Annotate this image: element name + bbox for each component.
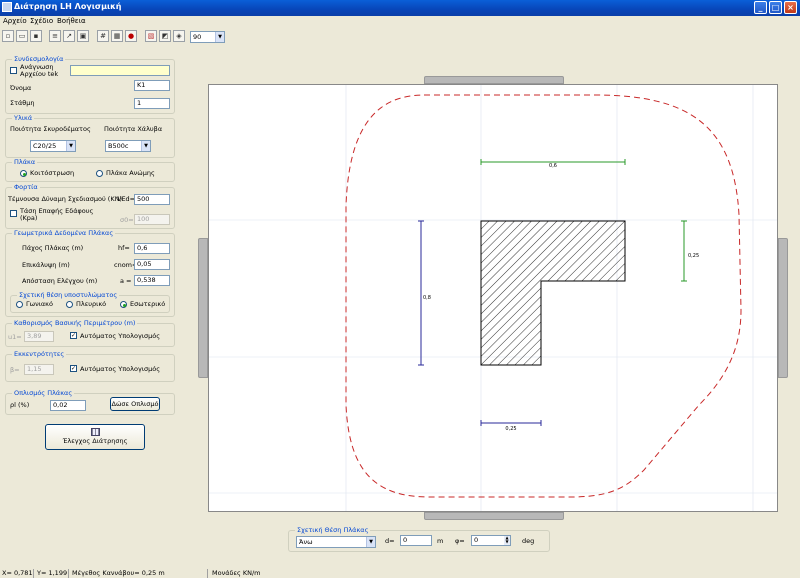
perimeter-auto-label: Αυτόματος Υπολογισμός <box>80 332 161 340</box>
position-edge-label: Πλευρικό <box>76 300 107 308</box>
ved-symbol: VEd= <box>117 195 136 203</box>
materials-group: Υλικά <box>5 114 175 158</box>
status-y: Y= 1,199 <box>37 569 69 578</box>
eccentricity-field[interactable]: 1,15 <box>24 364 54 375</box>
d-field[interactable]: 0 <box>400 535 432 546</box>
distance-symbol: a = <box>120 277 132 285</box>
level-label: Στάθμη <box>10 99 35 107</box>
distance-field[interactable]: 0,538 <box>134 275 170 286</box>
close-button[interactable]: × <box>784 1 797 14</box>
eccentricity-auto-checkbox[interactable]: ✓ <box>70 365 77 372</box>
eccentricity-auto-label: Αυτόματος Υπολογισμός <box>80 365 161 373</box>
phi-unit: deg <box>522 537 535 545</box>
frame-icon[interactable]: ▣ <box>77 30 89 42</box>
open-folder-icon[interactable]: ▭ <box>16 30 28 42</box>
soil-symbol: σ0= <box>120 216 134 224</box>
plan-drawing: 0,6 0,25 0,8 0,25 <box>209 85 777 511</box>
phi-field[interactable]: 0 ▲ ▼ <box>471 535 511 546</box>
soil-checkbox[interactable] <box>10 210 17 217</box>
left-slider[interactable] <box>198 238 208 378</box>
dimension-icon[interactable]: ↗ <box>63 30 75 42</box>
distance-label: Απόσταση Ελέγχου (m) <box>22 277 98 285</box>
menu-drawing[interactable]: Σχέδιο <box>30 17 53 25</box>
hatch-icon[interactable]: ▧ <box>145 30 157 42</box>
soil-label: Τάση Επαφής Εδάφους (Kpa) <box>20 207 94 222</box>
menu-help[interactable]: Βοήθεια <box>57 17 86 25</box>
concrete-label: Ποιότητα Σκυροδέματος <box>10 125 91 133</box>
eccentricity-symbol: β= <box>10 366 20 374</box>
phi-spinner[interactable]: ▲ ▼ <box>504 536 510 545</box>
slab-anomis-label: Πλάκα Ανώμης <box>106 169 155 177</box>
perimeter-field[interactable]: 3,89 <box>24 331 54 342</box>
position-corner-radio[interactable] <box>16 301 23 308</box>
position-corner-label: Γωνιακό <box>26 300 53 308</box>
shape-icon[interactable]: ● <box>125 30 137 42</box>
slab-foundation-radio[interactable] <box>20 170 27 177</box>
thickness-symbol: hf= <box>118 244 130 252</box>
read-file-checkbox[interactable] <box>10 67 17 74</box>
concrete-select[interactable]: C20/25 ▼ <box>30 140 76 152</box>
dimension-right-label: 0,25 <box>688 253 699 259</box>
minimize-button[interactable]: _ <box>754 1 767 14</box>
save-icon[interactable]: ▪ <box>30 30 42 42</box>
name-field[interactable]: K1 <box>134 80 170 91</box>
reinforcement-label: ρl (%) <box>10 401 30 409</box>
slab-foundation-label: Κοιτόστρωση <box>30 169 75 177</box>
give-reinforcement-button[interactable]: Δώσε Οπλισμό <box>110 397 160 411</box>
drawing-canvas[interactable]: 0,6 0,25 0,8 0,25 <box>208 84 778 512</box>
d-unit: m <box>437 537 444 545</box>
zoom-window-icon[interactable]: ◩ <box>159 30 171 42</box>
bottom-slider[interactable] <box>424 512 564 520</box>
status-canvas-size: Μέγεθος Καννάβου= 0,25 m <box>70 569 208 578</box>
top-slider[interactable] <box>424 76 564 84</box>
dimension-top-label: 0,6 <box>549 163 557 169</box>
new-file-icon[interactable]: ▫ <box>2 30 14 42</box>
ved-label: Τέμνουσα Δύναμη Σχεδιασμού (KN) <box>8 195 122 203</box>
table-icon[interactable]: ▦ <box>111 30 123 42</box>
phi-label: φ= <box>455 537 465 545</box>
lines-icon[interactable]: ≡ <box>49 30 61 42</box>
toolbar: ▫ ▭ ▪ ≡ ↗ ▣ # ▦ ● ▧ ◩ ◈ 90 ▼ <box>0 29 800 45</box>
title-bar: Διάτρηση LH Λογισμική _ □ × <box>0 0 800 16</box>
status-units: Μονάδες KN/m <box>212 569 261 577</box>
slab-position-select[interactable]: Άνω ▼ <box>296 536 376 548</box>
d-label: d= <box>385 537 395 545</box>
menu-bar: Αρχείο Σχέδιο Βοήθεια <box>0 16 800 28</box>
dimension-left-label: 0,8 <box>423 295 431 301</box>
thickness-field[interactable]: 0,6 <box>134 243 170 254</box>
app-icon <box>2 2 12 12</box>
steel-label: Ποιότητα Χάλυβα <box>104 125 163 133</box>
level-field[interactable]: 1 <box>134 98 170 109</box>
ved-field[interactable]: 500 <box>134 194 170 205</box>
perimeter-auto-checkbox[interactable]: ✓ <box>70 332 77 339</box>
maximize-button[interactable]: □ <box>769 1 782 14</box>
reinforcement-field[interactable]: 0,02 <box>50 400 86 411</box>
status-x: X= 0,781 <box>2 569 34 578</box>
slab-anomis-radio[interactable] <box>96 170 103 177</box>
position-edge-radio[interactable] <box>66 301 73 308</box>
thickness-label: Πάχος Πλάκας (m) <box>22 244 84 252</box>
position-interior-radio[interactable] <box>120 301 127 308</box>
column-section <box>480 220 626 366</box>
window-title: Διάτρηση LH Λογισμική <box>14 2 122 11</box>
soil-field[interactable]: 100 <box>134 214 170 225</box>
control-perimeter <box>345 94 742 498</box>
cover-field[interactable]: 0,05 <box>134 259 170 270</box>
position-interior-label: Εσωτερικό <box>130 300 166 308</box>
name-label: Όνομα <box>10 84 32 92</box>
dimension-bottom-label: 0,25 <box>505 426 516 432</box>
right-slider[interactable] <box>778 238 788 378</box>
read-file-label: Ανάγνωση Αρχείου tek <box>20 63 59 78</box>
menu-file[interactable]: Αρχείο <box>3 17 27 25</box>
perimeter-symbol: u1= <box>8 333 22 341</box>
zoom-select[interactable]: 90 ▼ <box>190 31 225 43</box>
check-punching-button[interactable]: Έλεγχος Διάτρησης <box>45 424 145 450</box>
file-path-field[interactable] <box>70 65 170 76</box>
calculator-icon <box>90 428 100 436</box>
zoom-extents-icon[interactable]: ◈ <box>173 30 185 42</box>
grid-icon[interactable]: # <box>97 30 109 42</box>
cover-label: Επικάλυψη (m) <box>22 261 70 269</box>
steel-select[interactable]: B500c ▼ <box>105 140 151 152</box>
